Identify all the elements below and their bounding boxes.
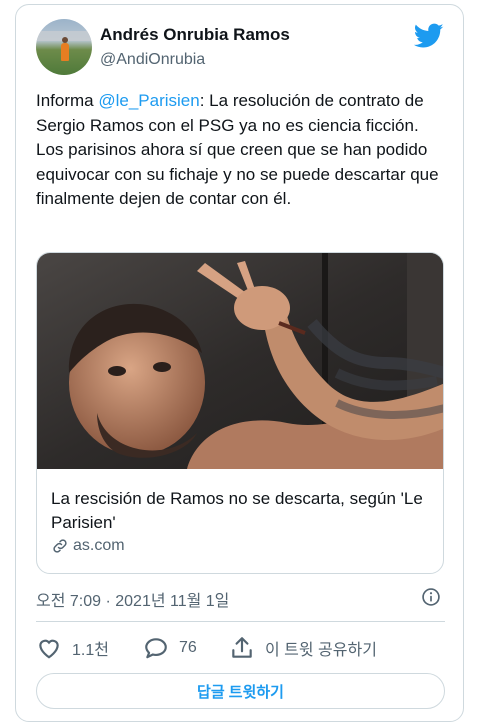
author-handle[interactable]: @AndiOnrubia: [100, 51, 205, 69]
tweet-card: Andrés Onrubia Ramos @AndiOnrubia Inform…: [15, 4, 464, 722]
twitter-bird-icon[interactable]: [414, 23, 444, 49]
link-domain[interactable]: as.com: [51, 537, 125, 555]
share-action[interactable]: 이 트윗 공유하기: [229, 635, 377, 661]
share-icon: [232, 637, 252, 658]
like-count: 1.1천: [72, 642, 109, 659]
reply-action[interactable]: 76: [143, 635, 197, 661]
link-icon: [53, 539, 67, 553]
link-preview-image: [37, 253, 443, 469]
tweet-text: Informa @le_Parisien: La resolución de c…: [36, 89, 448, 212]
reply-count: 76: [179, 639, 197, 656]
link-domain-text: as.com: [73, 537, 125, 554]
like-action[interactable]: 1.1천: [36, 635, 109, 661]
comment-icon: [145, 638, 167, 659]
mention-link[interactable]: @le_Parisien: [98, 91, 199, 110]
reply-tweet-button[interactable]: 답글 트윗하기: [36, 673, 445, 709]
divider: [36, 621, 445, 622]
share-label: 이 트윗 공유하기: [265, 642, 377, 659]
info-icon[interactable]: [421, 587, 441, 607]
link-title[interactable]: La rescisión de Ramos no se descarta, se…: [51, 487, 431, 535]
tweet-timestamp[interactable]: 오전 7:09 · 2021년 11월 1일: [36, 587, 229, 611]
tweet-text-intro: Informa: [36, 91, 99, 110]
avatar[interactable]: [36, 19, 92, 75]
author-name[interactable]: Andrés Onrubia Ramos: [100, 25, 290, 45]
link-preview-card[interactable]: La rescisión de Ramos no se descarta, se…: [36, 252, 444, 574]
heart-icon: [39, 639, 59, 659]
